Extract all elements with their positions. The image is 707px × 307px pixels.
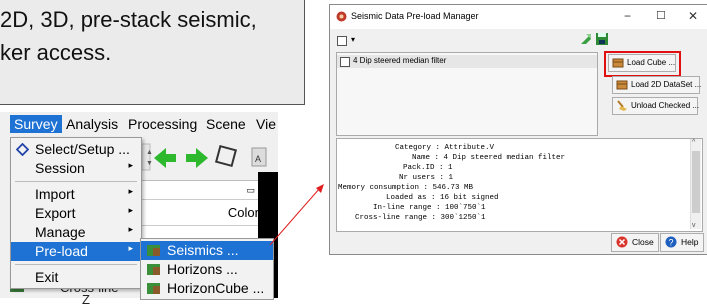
- broom-icon: [617, 100, 627, 111]
- maximize-icon[interactable]: ☐: [656, 9, 666, 22]
- load-2d-dataset-button[interactable]: Load 2D DataSet ...: [612, 76, 701, 94]
- info-row: Category : Attribute.V: [395, 144, 495, 152]
- info-row: Loaded as : 16 bit signed: [386, 194, 499, 202]
- help-button[interactable]: ? Help: [660, 233, 704, 252]
- svg-text:?: ?: [669, 238, 674, 248]
- preloaded-list[interactable]: 4 Dip steered median filter: [336, 52, 598, 136]
- list-item-checkbox[interactable]: [340, 57, 350, 67]
- cube-icon: [612, 58, 624, 68]
- load-cube-button[interactable]: Load Cube ...: [608, 54, 676, 72]
- select-all-checkbox[interactable]: [337, 36, 347, 46]
- minimize-icon[interactable]: −: [624, 9, 631, 23]
- preload-manager-dialog: Seismic Data Pre-load Manager − ☐ ✕ ▾ 4 …: [329, 4, 707, 255]
- edit-arrow-icon[interactable]: [579, 32, 593, 46]
- info-panel: ^ v Category : Attribute.V Name : 4 Dip …: [336, 138, 703, 232]
- scroll-down-icon[interactable]: v: [692, 222, 696, 229]
- 2d-dataset-icon: [616, 80, 628, 90]
- info-row: Cross-line range : 300`1250`1: [355, 214, 486, 222]
- save-icon[interactable]: [595, 32, 609, 46]
- info-row: Name : 4 Dip steered median filter: [412, 154, 566, 162]
- scroll-up-icon[interactable]: ^: [692, 139, 695, 146]
- select-all-dropdown-icon[interactable]: ▾: [351, 35, 355, 44]
- app-icon: [336, 11, 347, 22]
- close-button[interactable]: Close: [611, 233, 659, 252]
- dialog-titlebar[interactable]: Seismic Data Pre-load Manager − ☐ ✕: [330, 5, 707, 29]
- list-item[interactable]: 4 Dip steered median filter: [337, 55, 597, 68]
- close-icon[interactable]: ✕: [688, 9, 698, 23]
- info-scrollbar[interactable]: ^ v: [690, 139, 701, 229]
- unload-checked-button[interactable]: Unload Checked ...: [612, 97, 699, 115]
- dialog-title: Seismic Data Pre-load Manager: [351, 11, 479, 21]
- scroll-thumb[interactable]: [692, 151, 700, 213]
- help-icon: ?: [665, 236, 677, 248]
- close-circle-icon: [616, 236, 628, 248]
- info-row: Pack.ID : 1: [403, 164, 453, 172]
- info-row: Memory consumption : 546.73 MB: [338, 184, 474, 192]
- info-row: Nr users : 1: [399, 174, 454, 182]
- info-row: In-line range : 100`750`1: [373, 204, 486, 212]
